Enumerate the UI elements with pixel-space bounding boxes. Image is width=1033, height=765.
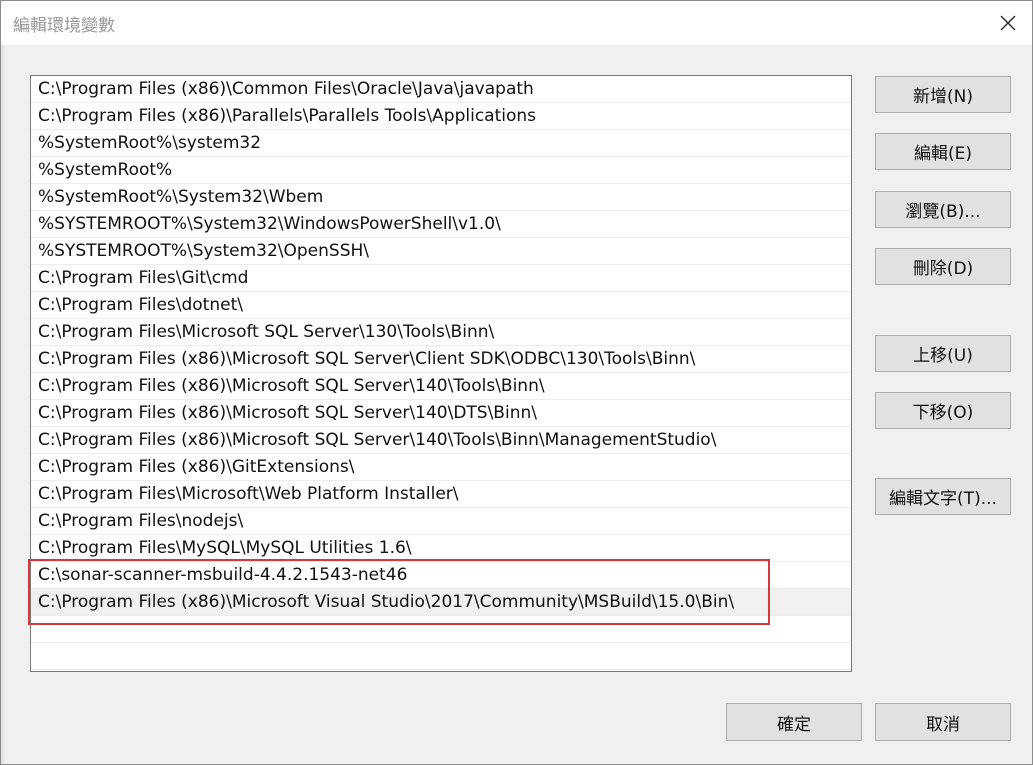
path-list-item[interactable]: C:\Program Files\nodejs\: [31, 508, 851, 535]
path-list-item[interactable]: C:\Program Files (x86)\Microsoft SQL Ser…: [31, 346, 851, 373]
delete-button[interactable]: 刪除(D): [875, 248, 1011, 285]
ok-button[interactable]: 確定: [726, 703, 862, 741]
window-edge: [1, 45, 4, 764]
path-list-item[interactable]: %SYSTEMROOT%\System32\OpenSSH\: [31, 238, 851, 265]
close-icon: [1000, 15, 1016, 31]
cancel-button[interactable]: 取消: [875, 703, 1011, 741]
edit-text-button[interactable]: 編輯文字(T)...: [875, 478, 1011, 515]
path-list-item[interactable]: %SystemRoot%\system32: [31, 130, 851, 157]
path-list-item[interactable]: C:\Program Files (x86)\Microsoft SQL Ser…: [31, 373, 851, 400]
path-list-item[interactable]: %SystemRoot%: [31, 157, 851, 184]
path-list-item[interactable]: C:\Program Files\Microsoft SQL Server\13…: [31, 319, 851, 346]
path-list-item[interactable]: %SystemRoot%\System32\Wbem: [31, 184, 851, 211]
path-list-item[interactable]: C:\Program Files (x86)\Common Files\Orac…: [31, 76, 851, 103]
move-down-button[interactable]: 下移(O): [875, 392, 1011, 429]
new-button[interactable]: 新增(N): [875, 76, 1011, 113]
move-up-button[interactable]: 上移(U): [875, 335, 1011, 372]
path-list-item[interactable]: %SYSTEMROOT%\System32\WindowsPowerShell\…: [31, 211, 851, 238]
browse-button[interactable]: 瀏覽(B)...: [875, 191, 1011, 228]
path-list-item[interactable]: C:\Program Files (x86)\Parallels\Paralle…: [31, 103, 851, 130]
path-list[interactable]: C:\Program Files (x86)\Common Files\Orac…: [30, 75, 852, 672]
path-list-item[interactable]: C:\Program Files\Git\cmd: [31, 265, 851, 292]
close-button[interactable]: [990, 5, 1026, 41]
path-list-item[interactable]: C:\Program Files (x86)\Microsoft SQL Ser…: [31, 427, 851, 454]
path-list-item[interactable]: C:\Program Files (x86)\Microsoft Visual …: [31, 589, 851, 616]
title-bar: 編輯環境變數: [1, 1, 1032, 45]
path-list-empty-row[interactable]: [31, 643, 851, 670]
path-list-item[interactable]: C:\Program Files\dotnet\: [31, 292, 851, 319]
path-list-item[interactable]: C:\Program Files (x86)\GitExtensions\: [31, 454, 851, 481]
path-list-empty-row[interactable]: [31, 616, 851, 643]
path-list-item[interactable]: C:\Program Files\Microsoft\Web Platform …: [31, 481, 851, 508]
path-list-item[interactable]: C:\sonar-scanner-msbuild-4.4.2.1543-net4…: [31, 562, 851, 589]
edit-environment-variable-dialog: 編輯環境變數 C:\Program Files (x86)\Common Fil…: [0, 0, 1033, 765]
edit-button[interactable]: 編輯(E): [875, 133, 1011, 170]
dialog-title: 編輯環境變數: [13, 16, 115, 36]
path-list-item[interactable]: C:\Program Files (x86)\Microsoft SQL Ser…: [31, 400, 851, 427]
path-list-item[interactable]: C:\Program Files\MySQL\MySQL Utilities 1…: [31, 535, 851, 562]
